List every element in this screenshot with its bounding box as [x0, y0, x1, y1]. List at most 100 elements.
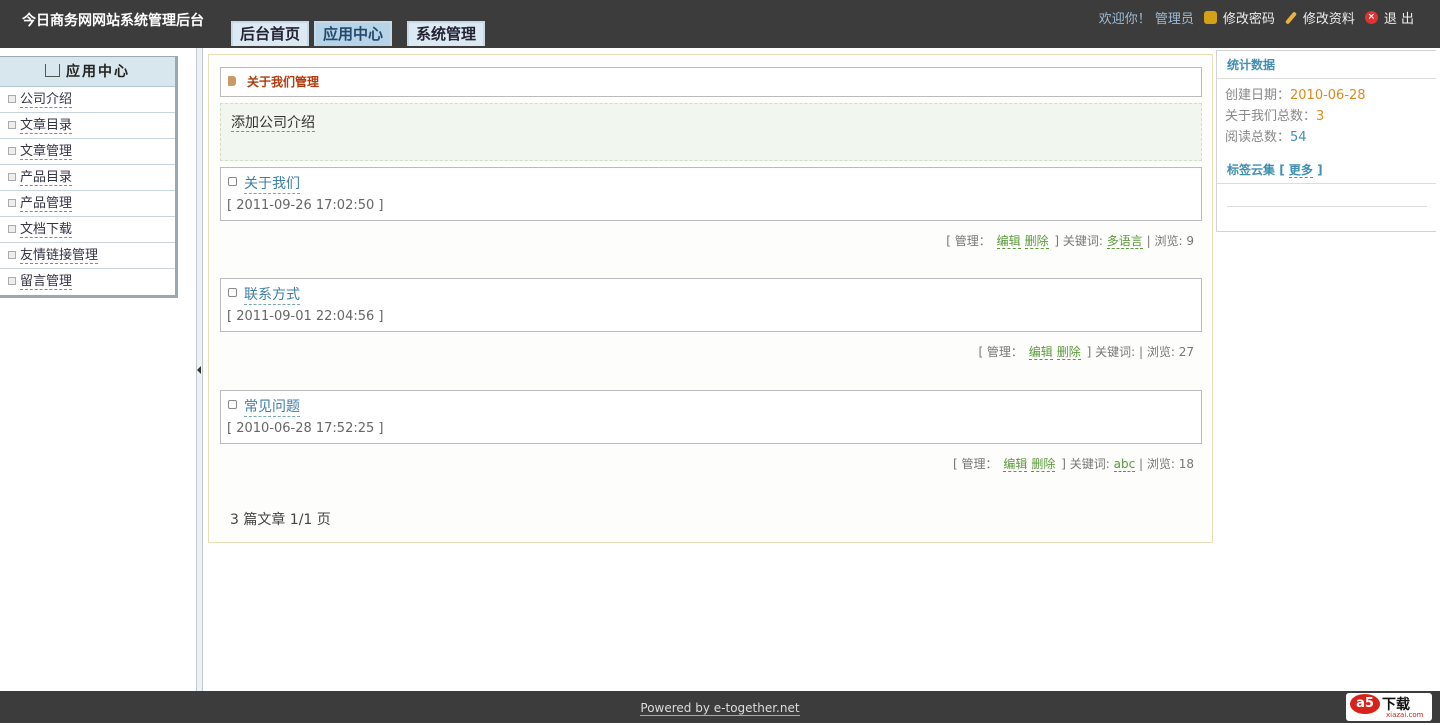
article-title[interactable]: 关于我们 — [244, 173, 300, 194]
add-company-intro-link[interactable]: 添加公司介绍 — [231, 115, 315, 132]
speaker-icon — [228, 76, 236, 86]
sidebar-item-label: 公司介绍 — [20, 92, 73, 108]
sidebar-item-messages[interactable]: 留言管理 — [0, 269, 175, 295]
edit-link[interactable]: 编辑 — [996, 234, 1021, 249]
bullet-icon — [8, 173, 16, 181]
logout-link[interactable]: 退 出 — [1384, 8, 1414, 27]
bullet-icon — [8, 121, 16, 129]
stat-read-count: 阅读总数：54 — [1217, 127, 1436, 148]
bullet-icon — [8, 251, 16, 259]
views-count: | 浏览: 9 — [1146, 234, 1194, 248]
sidebar-item-label: 文档下载 — [20, 222, 73, 238]
sidebar-item-friend-links[interactable]: 友情链接管理 — [0, 243, 175, 269]
sidebar-item-label: 文章目录 — [20, 118, 73, 134]
bullet-icon — [8, 199, 16, 207]
stats-panel: 统计数据 创建日期：2010-06-28 关于我们总数：3 阅读总数：54 标签… — [1216, 50, 1436, 232]
home-icon — [45, 64, 60, 77]
stat-value: 3 — [1316, 109, 1325, 124]
main-panel: 关于我们管理 添加公司介绍 关于我们 [ 2011-09-26 17:02:50… — [208, 54, 1213, 543]
tab-app-center[interactable]: 应用中心 — [314, 21, 393, 46]
collapse-arrow-icon[interactable] — [197, 366, 201, 374]
sidebar-splitter[interactable] — [196, 48, 203, 691]
article-date: [ 2011-09-26 17:02:50 ] — [227, 198, 384, 213]
pencil-icon — [1284, 10, 1297, 25]
keyword-link[interactable]: 多语言 — [1106, 234, 1143, 249]
watermark-logo-mark: a5 — [1350, 694, 1380, 714]
delete-link[interactable]: 删除 — [1031, 457, 1056, 472]
checkbox-icon[interactable] — [228, 400, 237, 409]
stat-label: 关于我们总数： — [1225, 109, 1317, 124]
stat-value: 54 — [1290, 130, 1307, 145]
manage-label: [ 管理： — [978, 345, 1023, 359]
tags-divider — [1227, 206, 1427, 207]
sidebar-item-product-catalog[interactable]: 产品目录 — [0, 165, 175, 191]
change-password-link[interactable]: 修改密码 — [1223, 8, 1275, 27]
article-title[interactable]: 常见问题 — [244, 396, 300, 417]
sidebar-item-label: 留言管理 — [20, 274, 73, 290]
keyword-label: ] 关键词: — [1054, 234, 1103, 248]
sidebar: 应用中心 公司介绍 文章目录 文章管理 产品目录 产品管理 文档下载 友情链接管… — [0, 56, 178, 298]
article-date: [ 2011-09-01 22:04:56 ] — [227, 309, 384, 324]
sidebar-item-document-download[interactable]: 文档下载 — [0, 217, 175, 243]
bullet-icon — [8, 277, 16, 285]
panel-title: 关于我们管理 — [247, 75, 320, 89]
edit-link[interactable]: 编辑 — [1028, 345, 1053, 360]
sidebar-item-label: 产品目录 — [20, 170, 73, 186]
keyword-link[interactable]: abc — [1113, 457, 1136, 472]
sidebar-item-label: 友情链接管理 — [20, 248, 99, 264]
tags-bracket-close: ] — [1317, 163, 1323, 177]
article-date: [ 2010-06-28 17:52:25 ] — [227, 421, 384, 436]
sidebar-item-label: 文章管理 — [20, 144, 73, 160]
article-title[interactable]: 联系方式 — [244, 284, 300, 305]
bullet-icon — [8, 225, 16, 233]
sidebar-item-article-catalog[interactable]: 文章目录 — [0, 113, 175, 139]
manage-label: [ 管理： — [946, 234, 991, 248]
keyword-label: ] 关键词: — [1086, 345, 1136, 359]
stat-created-date: 创建日期：2010-06-28 — [1217, 85, 1436, 106]
article-meta: [ 管理： 编辑 删除 ] 关键词: abc | 浏览: 18 — [953, 455, 1194, 472]
powered-by-link[interactable]: Powered by e-together.net — [640, 701, 800, 716]
checkbox-icon[interactable] — [228, 177, 237, 186]
views-count: | 浏览: 18 — [1139, 457, 1194, 471]
tab-home[interactable]: 后台首页 — [231, 21, 310, 46]
watermark-domain: xiazai.com — [1386, 711, 1424, 719]
lock-icon — [1203, 11, 1217, 24]
welcome-text: 欢迎你！ — [1098, 12, 1151, 27]
bullet-icon — [8, 95, 16, 103]
edit-link[interactable]: 编辑 — [1003, 457, 1028, 472]
user-links: 欢迎你！ 管理员 修改密码 修改资料 × 退 出 — [1099, 8, 1414, 27]
article-item: 常见问题 [ 2010-06-28 17:52:25 ] — [220, 390, 1202, 444]
sidebar-item-article-management[interactable]: 文章管理 — [0, 139, 175, 165]
sidebar-item-company-intro[interactable]: 公司介绍 — [0, 87, 175, 113]
stat-about-count: 关于我们总数：3 — [1217, 106, 1436, 127]
footer: Powered by e-together.net a5 下载 xiazai.c… — [0, 691, 1440, 723]
site-title: 今日商务网网站系统管理后台 — [22, 13, 204, 29]
top-bar: 今日商务网网站系统管理后台 后台首页 应用中心 系统管理 欢迎你！ 管理员 修改… — [0, 0, 1440, 48]
username: 管理员 — [1154, 12, 1194, 27]
stat-label: 阅读总数： — [1225, 130, 1291, 145]
manage-label: [ 管理： — [953, 457, 998, 471]
sidebar-header: 应用中心 — [0, 57, 175, 87]
article-item: 关于我们 [ 2011-09-26 17:02:50 ] — [220, 167, 1202, 221]
sidebar-item-product-management[interactable]: 产品管理 — [0, 191, 175, 217]
sidebar-item-label: 产品管理 — [20, 196, 73, 212]
stats-title: 统计数据 — [1217, 51, 1436, 79]
add-box: 添加公司介绍 — [220, 103, 1202, 161]
article-item: 联系方式 [ 2011-09-01 22:04:56 ] — [220, 278, 1202, 332]
sidebar-title: 应用中心 — [66, 64, 130, 80]
checkbox-icon[interactable] — [228, 288, 237, 297]
delete-link[interactable]: 删除 — [1024, 234, 1049, 249]
stat-value: 2010-06-28 — [1290, 88, 1366, 103]
pagination-info: 3 篇文章 1/1 页 — [230, 512, 331, 528]
tags-title: 标签云集 — [1227, 163, 1276, 177]
edit-profile-link[interactable]: 修改资料 — [1303, 8, 1355, 27]
tab-system-management[interactable]: 系统管理 — [407, 21, 486, 46]
tags-more-link[interactable]: 更多 — [1288, 163, 1313, 178]
tags-bracket-open: [ — [1279, 163, 1285, 177]
tags-title-row: 标签云集 [ 更多 ] — [1217, 156, 1436, 184]
article-meta: [ 管理： 编辑 删除 ] 关键词: 多语言 | 浏览: 9 — [946, 232, 1194, 249]
watermark-logo: a5 下载 xiazai.com — [1346, 693, 1432, 721]
keyword-label: ] 关键词: — [1061, 457, 1110, 471]
views-count: | 浏览: 27 — [1139, 345, 1194, 359]
delete-link[interactable]: 删除 — [1056, 345, 1081, 360]
